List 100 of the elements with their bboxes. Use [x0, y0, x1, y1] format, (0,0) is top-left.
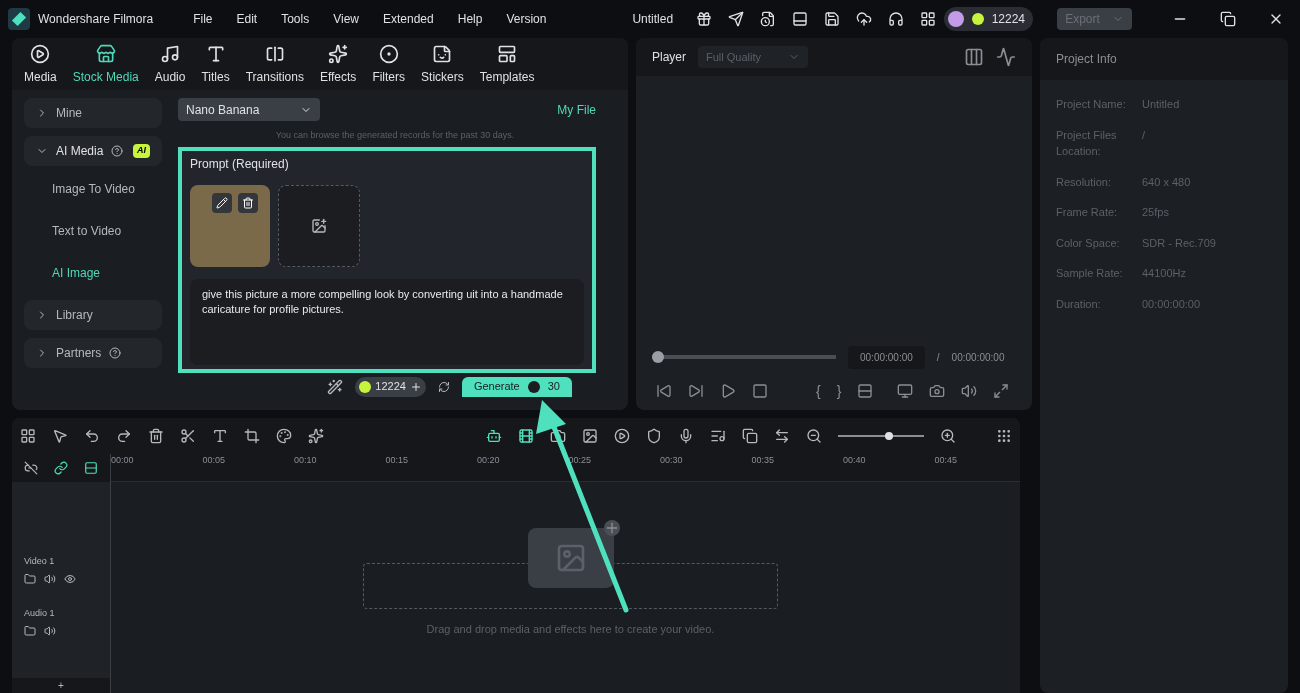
model-dropdown[interactable]: Nano Banana [178, 98, 320, 121]
monitor-icon[interactable] [897, 383, 914, 399]
color-icon[interactable] [276, 428, 292, 444]
media-tab[interactable]: Media [24, 44, 57, 86]
menu-item[interactable]: View [333, 10, 359, 28]
folder-icon[interactable] [24, 624, 36, 637]
undo-icon[interactable] [84, 428, 100, 444]
unlink-icon[interactable] [24, 460, 38, 476]
menu-item[interactable]: Extended [383, 10, 434, 28]
camera-icon[interactable] [929, 383, 946, 399]
edit-button[interactable] [212, 192, 232, 213]
step-back-icon[interactable] [656, 383, 672, 399]
step-forward-icon[interactable] [688, 383, 704, 399]
sidebar-group[interactable]: Mine [24, 98, 162, 128]
help-icon [111, 145, 124, 157]
panel-icon[interactable] [791, 11, 808, 27]
grid-icon[interactable] [20, 428, 36, 444]
media-tab[interactable]: Filters [372, 44, 406, 86]
generate-button[interactable]: Generate 30 [461, 376, 572, 397]
media-tab[interactable]: Titles [201, 44, 230, 86]
grid-icon[interactable] [919, 11, 936, 27]
info-value: / [1142, 127, 1146, 143]
play-icon[interactable] [614, 428, 630, 444]
track-icon[interactable] [84, 460, 98, 476]
menu-item[interactable]: Edit [236, 10, 258, 28]
my-file-link[interactable]: My File [557, 100, 612, 119]
cloud-icon[interactable] [855, 11, 872, 27]
menu-item[interactable]: File [193, 10, 213, 28]
gift-icon[interactable] [695, 11, 712, 27]
layout-icon[interactable] [964, 47, 984, 67]
save-icon[interactable] [823, 11, 840, 27]
sidebar-group[interactable]: Partners [24, 338, 162, 368]
redo-icon[interactable] [116, 428, 132, 444]
image-icon[interactable] [582, 428, 598, 444]
copy-icon[interactable] [742, 428, 758, 444]
stop-icon[interactable] [752, 383, 768, 399]
zoom-in-icon[interactable] [940, 428, 956, 444]
cursor-icon[interactable] [52, 428, 68, 444]
sidebar-item[interactable]: AI Image [24, 254, 162, 292]
mark-in-button[interactable]: { [816, 380, 821, 402]
volume-icon[interactable] [961, 383, 978, 399]
media-tab[interactable]: Stickers [421, 44, 464, 86]
playhead-handle[interactable] [652, 351, 664, 363]
credits-pill[interactable]: 12224 [355, 376, 426, 397]
info-label: Project Files Location: [1056, 127, 1118, 159]
zoom-handle[interactable] [884, 432, 893, 440]
scissors-icon[interactable] [180, 428, 196, 444]
headset-icon[interactable] [887, 11, 904, 27]
waveform-icon[interactable] [996, 47, 1016, 67]
add-image-slot[interactable] [278, 184, 360, 267]
sidebar-group[interactable]: Library [24, 300, 162, 330]
volume-icon[interactable] [44, 572, 56, 585]
folder-icon[interactable] [24, 572, 36, 585]
link-icon[interactable] [54, 460, 68, 476]
shield-icon[interactable] [646, 428, 662, 444]
zoom-out-icon[interactable] [806, 428, 822, 444]
ai-text-icon[interactable] [327, 378, 344, 395]
trash-icon[interactable] [148, 428, 164, 444]
menu-item[interactable]: Version [506, 10, 547, 28]
media-tab[interactable]: Templates [479, 44, 535, 86]
delete-button[interactable] [238, 192, 258, 213]
account-pill[interactable]: 12224 [943, 7, 1033, 31]
fullscreen-icon[interactable] [993, 383, 1010, 399]
microphone-icon[interactable] [678, 428, 694, 444]
media-tab[interactable]: Transitions [245, 44, 304, 86]
menu-item[interactable]: Tools [281, 10, 310, 28]
info-label: Sample Rate: [1056, 266, 1124, 281]
eye-icon[interactable] [64, 572, 76, 585]
send-icon[interactable] [727, 11, 744, 27]
template-icon [497, 44, 518, 64]
mark-out-button[interactable]: } [836, 380, 842, 402]
restore-icon[interactable] [1220, 11, 1236, 27]
refresh-icon[interactable] [437, 380, 450, 393]
track-name: Video 1 [24, 555, 56, 569]
plus-icon[interactable] [604, 520, 620, 537]
insert-icon[interactable] [857, 383, 874, 399]
info-label: Frame Rate: [1056, 205, 1119, 220]
camera-icon[interactable] [550, 428, 566, 444]
music-list-icon[interactable] [710, 428, 726, 444]
media-tab[interactable]: Stock Media [72, 44, 139, 86]
ai-effect-icon[interactable] [308, 428, 324, 444]
robot-icon[interactable] [486, 428, 502, 444]
sidebar-item[interactable]: Image To Video [24, 170, 162, 208]
volume-icon[interactable] [44, 624, 56, 637]
film-icon[interactable] [518, 428, 534, 444]
play-icon[interactable] [720, 383, 736, 399]
file-clock-icon[interactable] [759, 11, 776, 27]
menu-item[interactable]: Help [457, 10, 483, 28]
grip-icon[interactable] [996, 428, 1012, 444]
sidebar-label: Partners [56, 345, 102, 362]
add-track-button[interactable]: + [12, 678, 110, 693]
media-tab[interactable]: Effects [319, 44, 357, 86]
info-label: Color Space: [1056, 235, 1121, 251]
sidebar-group[interactable]: AI Media AI [24, 136, 162, 166]
sidebar-item[interactable]: Text to Video [24, 212, 162, 250]
media-tab[interactable]: Audio [154, 44, 186, 86]
arrows-icon[interactable] [774, 428, 790, 444]
prompt-textarea[interactable]: give this picture a more compelling look by converting uit into a handmade caricature for profile pictures. [190, 278, 584, 365]
text-icon[interactable] [212, 428, 228, 444]
crop-icon[interactable] [244, 428, 260, 444]
